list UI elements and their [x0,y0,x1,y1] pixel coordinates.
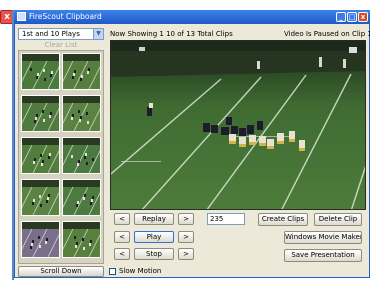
create-clips-button[interactable]: Create Clips [258,213,308,226]
app-icon [17,12,26,21]
slow-motion-label: Slow Motion [119,267,162,275]
frame-number-input[interactable]: 235 [207,213,245,225]
thumbnail-grid [18,50,104,264]
clip-thumbnail[interactable] [21,221,60,258]
clip-thumbnail[interactable] [21,95,60,132]
close-button[interactable]: x [358,12,368,22]
replay-button[interactable]: Replay [134,213,174,225]
play-filter-select[interactable]: 1st and 10 Plays [18,28,104,40]
video-frame [111,41,365,209]
clip-thumbnail[interactable] [62,137,101,174]
clip-thumbnail[interactable] [62,221,101,258]
clip-count-text: Now Showing 1 10 of 13 Total Clips [110,30,233,38]
clip-thumbnail[interactable] [62,179,101,216]
stop-prev-button[interactable]: < [114,248,130,260]
clip-thumbnail[interactable] [62,53,101,90]
clip-thumbnail[interactable] [21,53,60,90]
save-presentation-button[interactable]: Save Presentation [284,249,362,262]
window-title: FireScout Clipboard [29,12,102,21]
clip-thumbnail[interactable] [21,179,60,216]
play-button[interactable]: Play [134,231,174,243]
replay-next-button[interactable]: > [178,213,194,225]
chevron-down-icon[interactable]: ▼ [93,29,103,39]
clear-list-button[interactable]: Clear List [36,40,86,50]
play-next-button[interactable]: > [178,231,194,243]
clip-thumbnail[interactable] [21,137,60,174]
delete-clip-button[interactable]: Delete Clip [314,213,362,226]
replay-prev-button[interactable]: < [114,213,130,225]
video-player[interactable] [110,40,366,210]
minimize-button[interactable]: _ [336,12,346,22]
clip-thumbnail[interactable] [62,95,101,132]
scroll-down-button[interactable]: Scroll Down [18,266,104,277]
stop-button[interactable]: Stop [134,248,174,260]
slow-motion-checkbox[interactable] [109,268,116,275]
maximize-button[interactable]: □ [347,12,357,22]
video-state-text: Video Is Paused on Clip 1 [284,30,370,38]
play-prev-button[interactable]: < [114,231,130,243]
stop-next-button[interactable]: > [178,248,194,260]
windows-movie-maker-button[interactable]: Windows Movie Maker [284,231,362,244]
